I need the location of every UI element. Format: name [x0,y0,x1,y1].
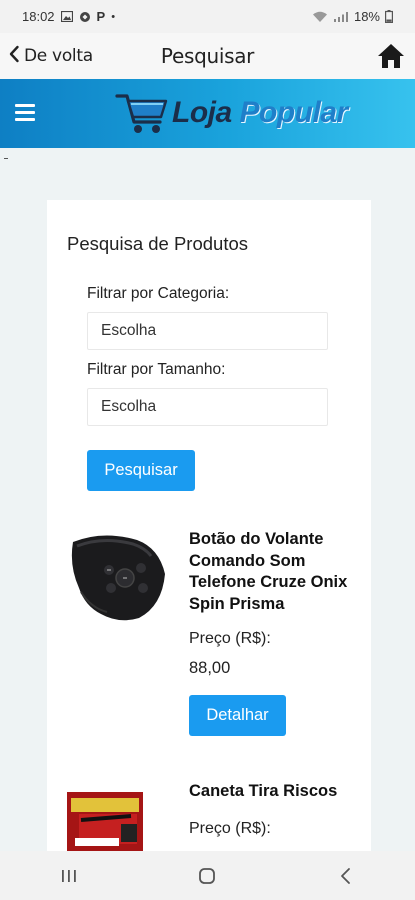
product-image[interactable] [67,790,167,860]
divider-mark [4,158,8,159]
search-card: Pesquisa de Produtos Filtrar por Categor… [47,200,371,860]
product-name: Caneta Tira Riscos [189,782,338,800]
size-select-value: Escolha [101,398,157,415]
back-button[interactable]: De volta [8,33,93,79]
back-button-label: De volta [24,46,93,66]
product-image[interactable] [67,526,167,628]
product-price-label: Preço (R$): [189,630,271,647]
steering-control-image [67,526,167,628]
product-price-label: Preço (R$): [189,820,271,837]
size-filter-label: Filtrar por Tamanho: [87,361,226,378]
status-left: 18:02 P • [22,9,115,24]
hamburger-menu-button[interactable] [15,104,35,122]
signal-icon [333,11,349,23]
brand-word-1: Loja [172,96,232,129]
product-price: 88,00 [189,659,231,677]
home-icon [378,44,404,68]
top-nav: De volta Pesquisar [0,33,415,79]
home-nav-button[interactable] [187,856,227,896]
brand-word-2: Popular [239,96,349,129]
back-nav-button[interactable] [326,856,366,896]
battery-icon [385,10,393,23]
status-time: 18:02 [22,9,55,24]
size-select[interactable]: Escolha [87,388,328,426]
brand-header: Loja Popular [0,79,415,148]
recent-apps-icon [62,869,76,882]
gallery-notification-icon [60,11,73,22]
category-filter-label: Filtrar por Categoria: [87,285,230,302]
system-nav-bar [0,851,415,900]
scratch-remover-pen-image [67,790,167,860]
shopping-cart-icon [115,94,168,133]
chevron-left-icon [8,45,20,68]
search-button[interactable]: Pesquisar [87,450,195,491]
brand-logo[interactable]: Loja Popular [114,87,348,139]
search-title: Pesquisa de Produtos [67,233,249,254]
status-bar: 18:02 P • 18% [0,0,415,33]
category-select[interactable]: Escolha [87,312,328,350]
sync-notification-icon [79,11,91,23]
recent-apps-button[interactable] [49,856,89,896]
back-arrow-icon [340,867,350,884]
more-notifications-dot: • [111,10,116,23]
home-circle-icon [199,867,216,884]
home-button[interactable] [377,42,405,70]
category-select-value: Escolha [101,322,157,339]
status-right: 18% [312,9,393,24]
wifi-icon [312,11,328,23]
details-button[interactable]: Detalhar [189,695,286,736]
p-notification-icon: P [96,9,106,24]
battery-percent: 18% [353,9,380,24]
product-name: Botão do Volante Comando Som Telefone Cr… [189,530,348,613]
brand-name: Loja Popular [172,96,348,130]
